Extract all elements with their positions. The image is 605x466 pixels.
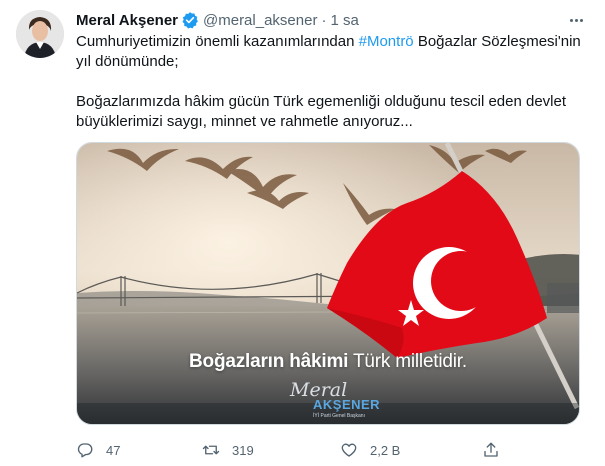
retweet-button[interactable]: 319 (202, 438, 254, 462)
tweet-text: Cumhuriyetimizin önemli kazanımlarından … (76, 32, 591, 132)
text-before-hashtag: Cumhuriyetimizin önemli kazanımlarından (76, 33, 359, 50)
verified-badge-icon (181, 11, 199, 29)
more-dots-icon[interactable] (565, 10, 587, 30)
reply-count: 47 (106, 442, 121, 458)
like-button[interactable]: 2,2 B (340, 438, 400, 462)
tweet-paragraph-2: Boğazlarımızda hâkim gücün Türk egemenli… (76, 93, 567, 130)
author-name[interactable]: Meral Akşener (76, 12, 178, 29)
tweet[interactable]: Meral Akşener @meral_aksener · 1 sa Cumh… (0, 0, 605, 466)
like-count: 2,2 B (370, 442, 401, 458)
tweet-timestamp[interactable]: 1 sa (330, 12, 358, 29)
avatar[interactable] (16, 10, 64, 58)
reply-button[interactable]: 47 (76, 438, 120, 462)
media-caption-rest: Türk milletidir. (348, 351, 467, 372)
reply-icon (77, 443, 93, 458)
retweet-count: 319 (232, 442, 254, 458)
tweet-media-image[interactable]: Boğazların hâkimi Türk milletidir. Meral… (76, 142, 580, 425)
media-caption-bold: Boğazların hâkimi (189, 351, 349, 372)
tweet-paragraph-1: Cumhuriyetimizin önemli kazanımlarından … (76, 32, 591, 72)
hashtag-link[interactable]: #Montrö (359, 33, 414, 50)
retweet-icon (202, 445, 220, 455)
media-logo-name: AKŞENER (313, 397, 381, 412)
separator-dot: · (321, 11, 327, 29)
share-button[interactable] (482, 438, 500, 462)
media-logo-subtitle: İYİ Parti Genel Başkanı (313, 413, 365, 419)
tweet-actions: 47 319 2,2 B (72, 438, 502, 462)
media-caption: Boğazların hâkimi Türk milletidir. (77, 351, 579, 373)
avatar-image (16, 10, 64, 58)
tweet-header: Meral Akşener @meral_aksener · 1 sa (76, 10, 359, 30)
heart-icon (341, 443, 357, 457)
author-handle[interactable]: @meral_aksener (203, 12, 317, 29)
share-icon (484, 442, 498, 457)
